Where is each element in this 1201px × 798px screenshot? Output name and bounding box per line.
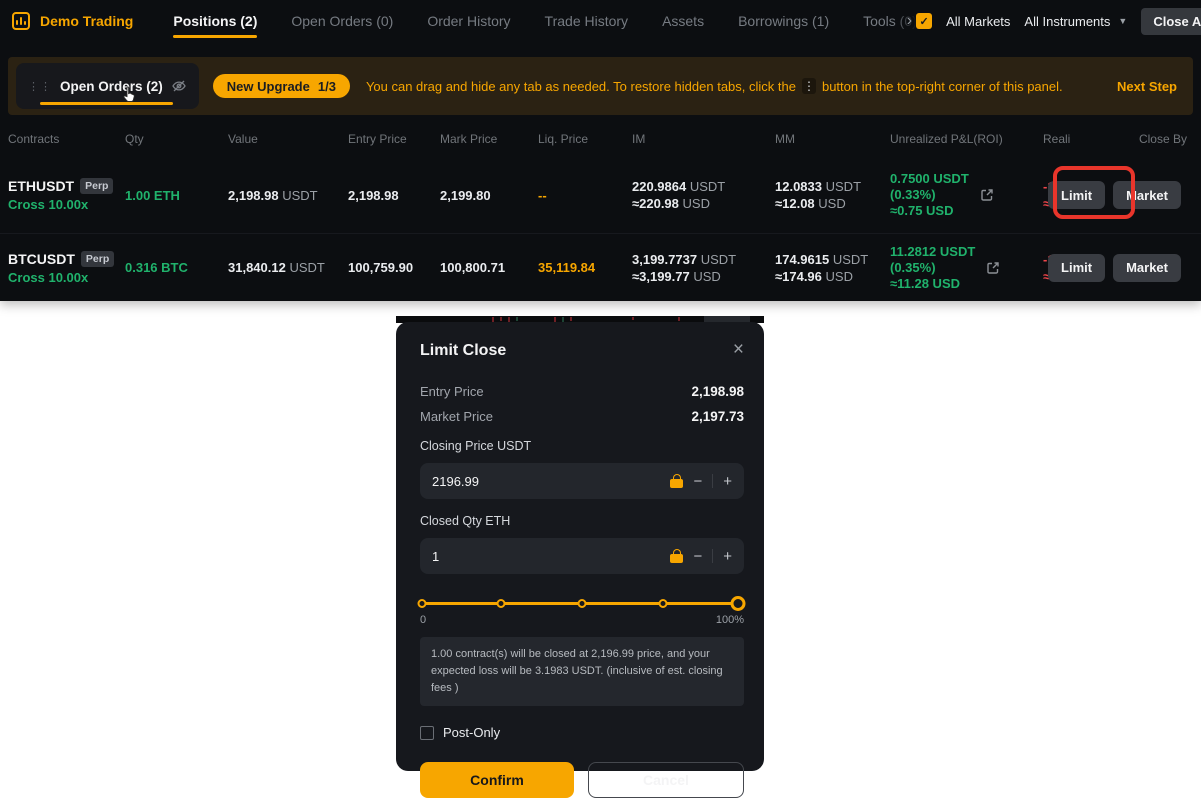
lock-icon[interactable] [670,474,683,488]
market-price-row: Market Price 2,197.73 [420,409,744,424]
tab-order-history[interactable]: Order History [427,2,510,40]
active-tab-underline [173,35,257,38]
closed-qty-label: Closed Qty ETH [420,514,744,528]
increase-price-button[interactable]: + [723,474,732,489]
tab-trade-history[interactable]: Trade History [545,2,629,40]
symbol[interactable]: BTCUSDT [8,251,75,267]
tour-highlight-bar [40,102,173,105]
decrease-price-button[interactable]: − [693,474,702,489]
brand-title: Demo Trading [40,13,133,29]
unrealized-pnl-cell: 0.7500 USDT (0.33%) ≈0.75 USD [890,171,1043,219]
tab-tools[interactable]: Tools (0) [863,2,917,40]
im-cell: 220.9864 USDT ≈220.98 USD [632,178,775,212]
post-only-label: Post-Only [443,725,500,740]
trading-panel: Demo Trading Positions (2) Open Orders (… [0,0,1201,301]
value-cell: 2,198.98 USDT [228,188,348,203]
share-pnl-icon[interactable] [979,187,995,203]
banner-message: You can drag and hide any tab as needed.… [366,78,1063,94]
upgrade-banner: ⋮⋮ Open Orders (2) New Upgrade 1/3 You c… [8,57,1193,115]
closing-price-field: − + [420,463,744,499]
increase-qty-button[interactable]: + [723,549,732,564]
mm-cell: 174.9615 USDT ≈174.96 USD [775,251,890,285]
qty-percent-slider[interactable] [420,595,744,611]
qty-cell: 1.00 ETH [125,188,228,203]
draggable-tab-card[interactable]: ⋮⋮ Open Orders (2) [16,63,199,109]
close-summary-note: 1.00 contract(s) will be closed at 2,196… [420,637,744,706]
position-row-btcusdt: BTCUSDT Perp Cross 10.00x 0.316 BTC 31,8… [0,233,1201,301]
close-all-button[interactable]: Close All [1141,8,1201,35]
limit-close-button[interactable]: Limit [1048,181,1105,209]
tab-open-orders[interactable]: Open Orders (0) [291,2,393,40]
value-cell: 31,840.12 USDT [228,260,348,275]
closed-qty-field: − + [420,538,744,574]
closing-price-input[interactable] [432,474,660,489]
tab-borrowings[interactable]: Borrowings (1) [738,2,829,40]
modal-title: Limit Close [420,342,506,360]
perp-badge: Perp [80,178,113,194]
hide-tab-eye-off-icon[interactable] [171,78,187,94]
slider-handle[interactable] [731,596,746,611]
decrease-qty-button[interactable]: − [693,549,702,564]
modal-area: Limit Close × Entry Price 2,198.98 Marke… [396,316,764,771]
market-close-button[interactable]: Market [1113,254,1181,282]
unrealized-pnl-cell: 11.2812 USDT (0.35%) ≈11.28 USD [890,244,1043,292]
post-only-checkbox[interactable] [420,726,434,740]
lock-icon[interactable] [670,549,683,563]
positions-table-header: Contracts Qty Value Entry Price Mark Pri… [0,128,1201,150]
next-step-button[interactable]: Next Step [1117,79,1177,94]
slider-tick-25[interactable] [497,599,506,608]
tab-assets[interactable]: Assets [662,2,704,40]
qty-cell: 0.316 BTC [125,260,228,275]
hand-cursor-icon [120,85,138,110]
stepper-divider [712,549,713,563]
new-upgrade-badge: New Upgrade 1/3 [213,74,350,98]
top-nav: Demo Trading Positions (2) Open Orders (… [0,0,1201,42]
liq-price-cell: 35,119.84 [538,260,632,275]
cancel-button[interactable]: Cancel [588,762,744,798]
mm-cell: 12.0833 USDT ≈12.08 USD [775,178,890,212]
market-close-button[interactable]: Market [1113,181,1181,209]
close-by-actions: Limit Market [1073,254,1201,282]
liq-price-cell: -- [538,188,632,203]
entry-price-cell: 2,198.98 [348,188,440,203]
limit-close-button[interactable]: Limit [1048,254,1105,282]
contract-cell: BTCUSDT Perp Cross 10.00x [0,251,125,285]
slider-labels: 0 100% [420,614,744,626]
margin-leverage[interactable]: Cross 10.00x [8,197,125,212]
symbol[interactable]: ETHUSDT [8,178,74,194]
contract-cell: ETHUSDT Perp Cross 10.00x [0,178,125,212]
position-row-ethusdt: ETHUSDT Perp Cross 10.00x 1.00 ETH 2,198… [0,161,1201,229]
margin-leverage[interactable]: Cross 10.00x [8,270,125,285]
entry-price-cell: 100,759.90 [348,260,440,275]
inline-kebab-icon: ⋮ [802,78,816,94]
slider-tick-75[interactable] [659,599,668,608]
stepper-divider [712,474,713,488]
entry-price-row: Entry Price 2,198.98 [420,384,744,399]
nav-right-controls: ✓ All Markets All Instruments ▼ Close Al… [916,8,1201,35]
closed-qty-input[interactable] [432,549,660,564]
nav-tabs: Positions (2) Open Orders (0) Order Hist… [173,2,916,40]
close-by-actions: Limit Market [1073,181,1201,209]
mark-price-cell: 2,199.80 [440,188,538,203]
post-only-row: Post-Only [420,725,744,740]
slider-tick-50[interactable] [578,599,587,608]
tab-positions[interactable]: Positions (2) [173,2,257,40]
slider-tick-0[interactable] [418,599,427,608]
perp-badge: Perp [81,251,114,267]
demo-trading-logo-icon [12,12,30,30]
limit-close-modal: Limit Close × Entry Price 2,198.98 Marke… [396,322,764,771]
all-markets-checkbox[interactable]: ✓ [916,13,932,29]
all-markets-label[interactable]: All Markets [946,14,1010,29]
im-cell: 3,199.7737 USDT ≈3,199.77 USD [632,251,775,285]
confirm-button[interactable]: Confirm [420,762,574,798]
all-instruments-select[interactable]: All Instruments [1024,14,1110,29]
drag-handle-icon[interactable]: ⋮⋮ [28,80,52,93]
mark-price-cell: 100,800.71 [440,260,538,275]
share-pnl-icon[interactable] [985,260,1001,276]
close-icon[interactable]: × [733,342,744,358]
closing-price-label: Closing Price USDT [420,439,744,453]
instruments-dropdown-icon[interactable]: ▼ [1118,16,1127,26]
